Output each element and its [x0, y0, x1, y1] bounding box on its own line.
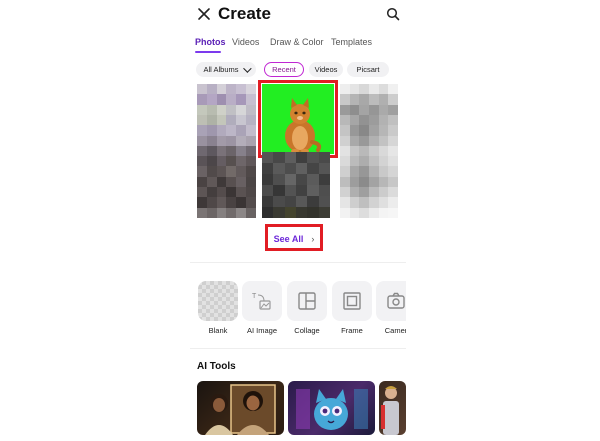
- page-title: Create: [218, 4, 271, 23]
- tool-collage[interactable]: [287, 281, 327, 321]
- ai-tool-card[interactable]: [197, 381, 284, 435]
- search-icon[interactable]: [386, 7, 400, 21]
- svg-text:T: T: [252, 293, 257, 300]
- close-icon[interactable]: [197, 7, 211, 21]
- camera-icon: [387, 292, 405, 309]
- tool-label: Camer: [384, 326, 406, 335]
- filter-picsart[interactable]: Picsart: [347, 62, 389, 77]
- ai-tool-card-image: [381, 386, 399, 435]
- tab-templates[interactable]: Templates: [331, 37, 372, 47]
- highlight-cat-photo: [258, 80, 338, 158]
- ai-tool-card-image: [296, 389, 368, 430]
- filter-recent[interactable]: Recent: [264, 62, 304, 77]
- filter-videos[interactable]: Videos: [309, 62, 343, 77]
- highlight-see-all: [265, 224, 323, 251]
- section-divider: [190, 262, 406, 263]
- ai-tool-card[interactable]: [288, 381, 375, 435]
- gallery-photo[interactable]: [340, 84, 398, 218]
- filter-videos-label: Videos: [314, 65, 338, 74]
- gallery-photo[interactable]: [197, 84, 256, 218]
- tab-draw-color[interactable]: Draw & Color: [270, 37, 324, 47]
- tool-frame[interactable]: [332, 281, 372, 321]
- ai-tools-title: AI Tools: [197, 361, 236, 372]
- tool-ai-image[interactable]: T: [242, 281, 282, 321]
- filter-all-albums[interactable]: All Albums: [196, 62, 256, 77]
- collage-icon: [298, 292, 316, 310]
- create-screen: Create Photos Videos Draw & Color Templa…: [190, 0, 406, 441]
- tab-videos[interactable]: Videos: [232, 37, 259, 47]
- section-divider: [190, 348, 406, 349]
- chevron-down-icon: [242, 63, 252, 73]
- gallery-photo[interactable]: [262, 152, 330, 218]
- filter-picsart-label: Picsart: [356, 65, 380, 74]
- filter-all-albums-label: All Albums: [203, 65, 239, 74]
- tool-camera[interactable]: [376, 281, 406, 321]
- active-tab-indicator: [195, 51, 221, 53]
- ai-tool-card-image: [205, 384, 276, 435]
- ai-image-icon: T: [252, 293, 271, 310]
- ai-tool-card[interactable]: [379, 381, 406, 435]
- tool-blank[interactable]: [198, 281, 238, 321]
- tab-photos[interactable]: Photos: [195, 37, 226, 47]
- frame-icon: [343, 292, 361, 310]
- filter-recent-label: Recent: [272, 65, 296, 74]
